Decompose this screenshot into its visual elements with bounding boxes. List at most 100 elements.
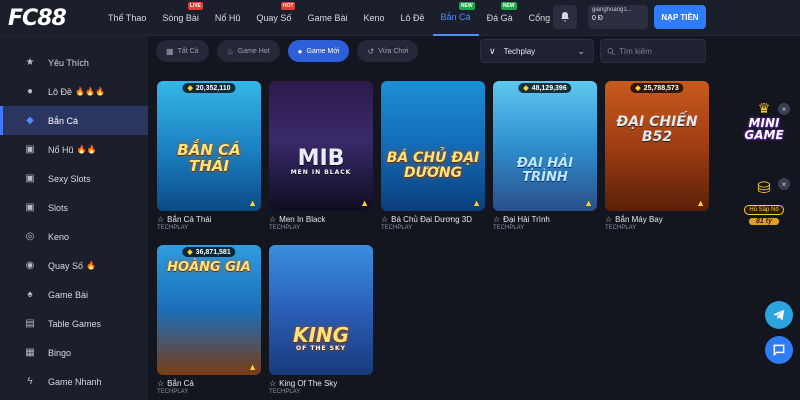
game-provider: TECHPLAY <box>269 225 301 231</box>
top-bar: FC88 Thể Thao LIVE Sòng Bài Nổ Hũ HOT Quay… <box>0 0 800 36</box>
username: gianghoang1... <box>592 7 632 13</box>
jackpot-amount: 20,352,110 <box>195 84 231 92</box>
main-nav: Thể Thao LIVE Sòng Bài Nổ Hũ HOT Quay Số G… <box>100 0 585 36</box>
game-art-title: ĐẠI HẢI TRÌNH <box>516 156 574 185</box>
chip-label: Tất Cả <box>177 47 199 55</box>
game-name: Bắn Máy Bay <box>615 215 663 224</box>
favorite-star-icon[interactable]: ☆ <box>381 215 388 224</box>
filter-all-chip[interactable]: ▦ Tất Cả <box>156 40 209 62</box>
nav-game-bai[interactable]: Game Bài <box>299 0 355 36</box>
nav-da-ga[interactable]: NEW Đá Gà <box>479 0 521 36</box>
provider-logo-icon: ∨ <box>489 45 496 56</box>
game-card[interactable]: ◆ 36,871,581 HOÀNG GIA ▲ ☆ Bắn Cá TECHPLAY <box>157 245 261 395</box>
sidebar-item-label: Bingo <box>48 347 72 358</box>
provider-value: Techplay <box>503 46 536 56</box>
sidebar-item-sexy-slots[interactable]: ▣ Sexy Slots <box>0 164 148 193</box>
sidebar-item-game-nhanh[interactable]: ϟ Game Nhanh <box>0 367 148 396</box>
new-badge: NEW <box>500 2 517 10</box>
sidebar-item-label: Table Games <box>48 318 102 329</box>
nav-label: Thể Thao <box>108 13 147 23</box>
flame-icon: ♨ <box>226 46 234 56</box>
favorite-star-icon[interactable]: ☆ <box>157 379 164 388</box>
sidebar-item-game-bai[interactable]: ♠ Game Bài <box>0 280 148 309</box>
telegram-icon <box>773 309 785 321</box>
nav-quay-so[interactable]: HOT Quay Số <box>248 0 299 36</box>
grid-icon: ▦ <box>166 46 174 56</box>
play-icon: ▲ <box>696 198 705 208</box>
close-mini-game-button[interactable]: × <box>778 103 790 115</box>
play-icon: ▲ <box>248 362 257 372</box>
favorite-star-icon[interactable]: ☆ <box>269 215 276 224</box>
game-card[interactable]: ◆ 48,129,396 ĐẠI HẢI TRÌNH ▲ ☆ Đại Hải Trì… <box>493 81 597 231</box>
sidebar-item-label: Yêu Thích <box>48 57 89 68</box>
game-thumbnail[interactable]: ◆ 20,352,110 BẮN CÁ THÁI ▲ <box>157 81 261 211</box>
sidebar-item-quay-so[interactable]: ◉ Quay Số 🔥 <box>0 251 148 280</box>
notification-bell-button[interactable] <box>553 5 577 29</box>
nav-label: Đá Gà <box>486 13 513 23</box>
game-card[interactable]: ◆ 25,788,573 ĐẠI CHIẾN B52 ▲ ☆ Bắn Máy Bay… <box>605 81 709 231</box>
nav-keno[interactable]: Keno <box>355 0 392 36</box>
nav-lo-de[interactable]: Lô Đề <box>393 0 433 36</box>
fish-icon: ◆ <box>26 115 34 126</box>
game-card[interactable]: KING OF THE SKY ☆ King Of The Sky TECHPLAY <box>269 245 373 395</box>
close-pot-button[interactable]: × <box>778 178 790 190</box>
game-card[interactable]: BÁ CHỦ ĐẠI DƯƠNG ▲ ☆ Bá Chủ Đại Dương 3D … <box>381 81 485 231</box>
sidebar-item-keno[interactable]: ◎ Keno <box>0 222 148 251</box>
fire-icon: 🔥🔥🔥 <box>75 87 105 96</box>
cards-icon: ♠ <box>27 289 33 300</box>
deposit-button[interactable]: NẠP TIỀN <box>654 5 706 29</box>
chip-label: Vừa Chơi <box>378 47 409 55</box>
sidebar-item-ban-ca[interactable]: ◆ Bắn Cá <box>0 106 148 135</box>
sidebar-item-table-games[interactable]: ▤ Table Games <box>0 309 148 338</box>
slot-icon: ▣ <box>25 144 35 155</box>
fc88-logo[interactable]: FC88 <box>8 6 67 31</box>
bell-icon <box>561 12 569 22</box>
art-title-text: MIB <box>297 146 345 171</box>
favorite-star-icon[interactable]: ☆ <box>493 215 500 224</box>
balance: 0 Đ <box>592 15 603 22</box>
search-input[interactable] <box>619 46 699 56</box>
game-card[interactable]: MIB MEN IN BLACK ▲ ☆ Men In Black TECHPLAY <box>269 81 373 231</box>
sidebar-item-no-hu[interactable]: ▣ Nổ Hũ 🔥🔥 <box>0 135 148 164</box>
live-chat-button[interactable] <box>765 336 793 364</box>
game-art-title: MIB MEN IN BLACK <box>269 147 373 176</box>
nav-no-hu[interactable]: Nổ Hũ <box>207 0 249 36</box>
jackpot-badge: ◆ 48,129,396 <box>518 83 572 93</box>
filter-recent-chip[interactable]: ↺ Vừa Chơi <box>357 40 419 62</box>
star-icon: ★ <box>25 57 35 68</box>
slot-icon: ▣ <box>25 202 35 213</box>
nav-song-bai[interactable]: LIVE Sòng Bài <box>154 0 207 36</box>
gem-icon: ◆ <box>187 249 193 256</box>
game-thumbnail[interactable]: ◆ 36,871,581 HOÀNG GIA ▲ <box>157 245 261 375</box>
game-card[interactable]: ◆ 20,352,110 BẮN CÁ THÁI ▲ ☆ Bắn Cá Thái T… <box>157 81 261 231</box>
chat-icon <box>773 344 785 357</box>
account-box[interactable]: gianghoang1... 0 Đ <box>588 5 648 29</box>
sidebar-item-label: Nổ Hũ <box>48 144 74 155</box>
sidebar-item-slots[interactable]: ▣ Slots <box>0 193 148 222</box>
favorite-star-icon[interactable]: ☆ <box>605 215 612 224</box>
game-thumbnail[interactable]: BÁ CHỦ ĐẠI DƯƠNG ▲ <box>381 81 485 211</box>
sidebar-item-label: Game Bài <box>48 289 89 300</box>
sidebar-item-lo-de[interactable]: ● Lô Đề 🔥🔥🔥 <box>0 77 148 106</box>
nav-ban-ca[interactable]: NEW Bắn Cá <box>432 0 479 36</box>
new-badge: NEW <box>458 2 475 10</box>
game-thumbnail[interactable]: MIB MEN IN BLACK ▲ <box>269 81 373 211</box>
favorite-star-icon[interactable]: ☆ <box>157 215 164 224</box>
gem-icon: ◆ <box>523 85 529 92</box>
sidebar-item-bingo[interactable]: ▦ Bingo <box>0 338 148 367</box>
game-thumbnail[interactable]: ◆ 48,129,396 ĐẠI HẢI TRÌNH ▲ <box>493 81 597 211</box>
telegram-button[interactable] <box>765 301 793 329</box>
sidebar-item-yeu-thich[interactable]: ★ Yêu Thích <box>0 48 148 77</box>
game-provider: TECHPLAY <box>381 225 413 231</box>
jackpot-badge: ◆ 20,352,110 <box>182 83 236 93</box>
game-thumbnail[interactable]: KING OF THE SKY <box>269 245 373 375</box>
jackpot-badge: ◆ 25,788,573 <box>630 83 684 93</box>
provider-select[interactable]: ∨ Techplay ⌄ <box>480 39 594 63</box>
nav-the-thao[interactable]: Thể Thao <box>100 0 154 36</box>
nav-label: Keno <box>363 13 385 23</box>
filter-new-chip[interactable]: ● Game Mới <box>287 40 350 62</box>
favorite-star-icon[interactable]: ☆ <box>269 379 276 388</box>
game-thumbnail[interactable]: ◆ 25,788,573 ĐẠI CHIẾN B52 ▲ <box>605 81 709 211</box>
filter-chips: ▦ Tất Cả ♨ Game Hot ● Game Mới ↺ Vừa Chơi <box>156 40 419 62</box>
filter-hot-chip[interactable]: ♨ Game Hot <box>216 40 280 62</box>
